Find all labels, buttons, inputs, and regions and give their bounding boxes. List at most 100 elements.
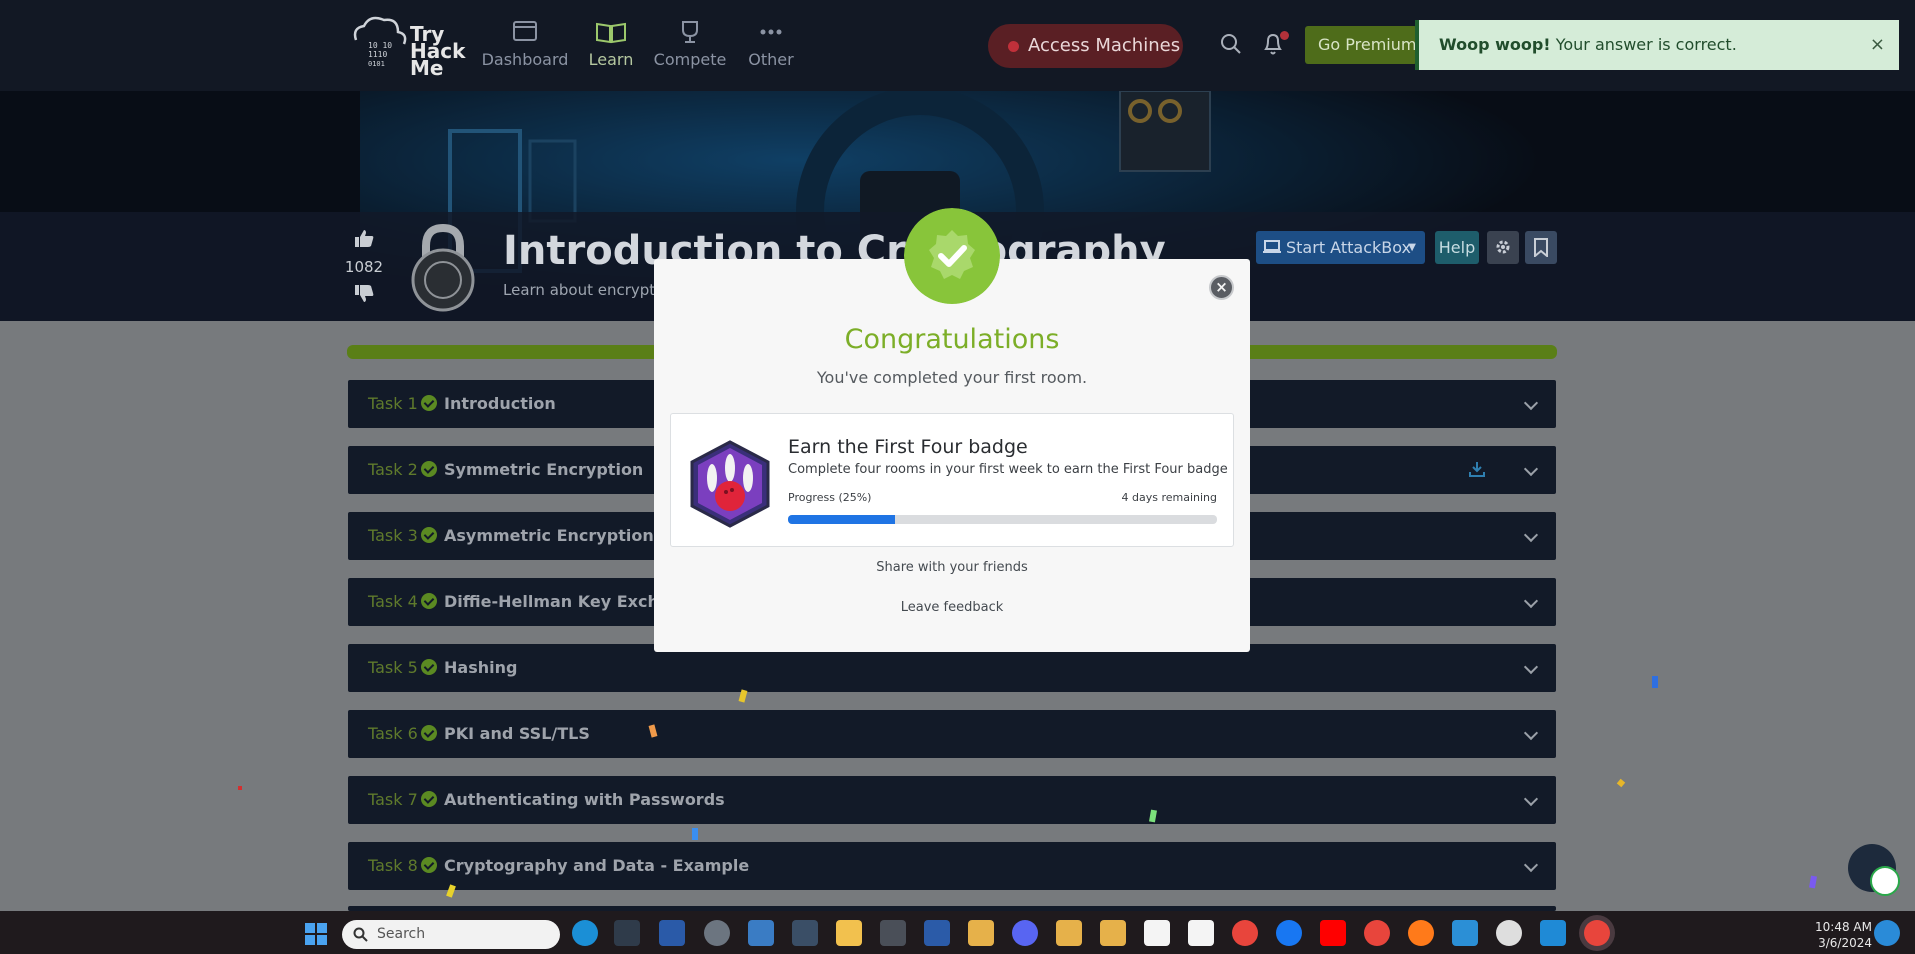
padlock-icon: [411, 223, 475, 312]
task-number: Task 5: [368, 658, 418, 677]
share-link[interactable]: Share with your friends: [654, 560, 1250, 575]
modal-subtitle: You've completed your first room.: [816, 368, 1088, 387]
days-remaining: 4 days remaining: [1121, 491, 1218, 504]
firefox-icon[interactable]: [1408, 920, 1434, 946]
check-circle-icon: [421, 659, 437, 675]
dashboard-icon: [513, 21, 537, 41]
laptop-icon: [1263, 240, 1281, 253]
chrome-icon[interactable]: [1232, 920, 1258, 946]
openai-icon[interactable]: [1496, 920, 1522, 946]
access-machines-button[interactable]: Access Machines: [988, 24, 1183, 68]
more-dots-icon: [760, 29, 782, 35]
check-circle-icon: [421, 395, 437, 411]
search-icon[interactable]: [1220, 33, 1242, 55]
home-app-icon-3[interactable]: [1100, 920, 1126, 946]
thumbs-down-icon[interactable]: [353, 284, 375, 304]
chrome-active-icon[interactable]: [1584, 920, 1610, 946]
nav-learn[interactable]: Learn: [566, 18, 656, 69]
taskbar-search-placeholder: Search: [377, 926, 426, 942]
terminal-icon[interactable]: [614, 920, 640, 946]
nav-compete[interactable]: Compete: [645, 18, 735, 69]
search-icon: [353, 927, 368, 942]
settings-icon[interactable]: [704, 920, 730, 946]
gear-icon: [1496, 240, 1510, 254]
progress-label: Progress (25%): [788, 491, 872, 504]
file-explorer-icon[interactable]: [836, 920, 862, 946]
modal-title: Congratulations: [844, 324, 1060, 355]
bookmark-button[interactable]: [1525, 231, 1557, 264]
chevron-down-icon: [1523, 593, 1539, 609]
access-machines-label: Access Machines: [1028, 35, 1181, 56]
nav-other-label: Other: [748, 50, 794, 69]
task-name: PKI and SSL/TLS: [444, 724, 590, 743]
copilot-icon[interactable]: [1874, 920, 1900, 946]
virtualbox-icon[interactable]: [792, 920, 818, 946]
task-name: Hashing: [444, 658, 518, 677]
tryhackme-logo[interactable]: 10 10 1110 0101 Try Hack Me: [346, 12, 465, 78]
check-circle-icon: [421, 725, 437, 741]
app-icon[interactable]: [1452, 920, 1478, 946]
youtube-icon[interactable]: [1320, 920, 1346, 946]
start-attackbox-button[interactable]: Start AttackBox ▼: [1256, 231, 1425, 264]
toast-text: Your answer is correct.: [1550, 35, 1737, 54]
task-number: Task 7: [368, 790, 418, 809]
confetti-piece: [238, 786, 242, 790]
vscode-icon[interactable]: [1540, 920, 1566, 946]
thumbs-up-icon[interactable]: [353, 228, 375, 248]
task-name: Cryptography and Data - Example: [444, 856, 750, 875]
home-app-icon-2[interactable]: [1056, 920, 1082, 946]
leave-feedback-link[interactable]: Leave feedback: [654, 600, 1250, 615]
chevron-down-icon: [1523, 791, 1539, 807]
taskbar-search[interactable]: Search: [342, 920, 560, 949]
notification-dot: [1280, 31, 1289, 40]
nav-dashboard[interactable]: Dashboard: [480, 18, 570, 69]
vpn-lock-icon[interactable]: [880, 920, 906, 946]
windows-taskbar: [0, 911, 1915, 954]
task-row-7[interactable]: Task 7 Authenticating with Passwords: [348, 776, 1556, 824]
facebook-icon[interactable]: [1276, 920, 1302, 946]
toast-close-icon[interactable]: ×: [1870, 20, 1885, 70]
chrome-icon-2[interactable]: [1364, 920, 1390, 946]
chevron-down-icon: [1523, 725, 1539, 741]
calculator-icon[interactable]: [748, 920, 774, 946]
book-icon: [596, 22, 626, 44]
nav-other[interactable]: Other: [726, 18, 816, 69]
status-dot-icon: [1008, 41, 1019, 52]
vote-box: 1082: [344, 228, 384, 308]
windows-start-icon[interactable]: [304, 922, 328, 946]
doc-app-icon-2[interactable]: [1188, 920, 1214, 946]
word-icon[interactable]: [924, 920, 950, 946]
task-row-6[interactable]: Task 6 PKI and SSL/TLS: [348, 710, 1556, 758]
taskbar-clock[interactable]: 10:48 AM 3/6/2024: [1782, 919, 1872, 951]
home-app-icon[interactable]: [968, 920, 994, 946]
task-number: Task 8: [368, 856, 418, 875]
nav-compete-label: Compete: [653, 50, 727, 69]
task-row-8[interactable]: Task 8 Cryptography and Data - Example: [348, 842, 1556, 890]
chevron-down-icon: [1523, 659, 1539, 675]
help-button[interactable]: Help: [1435, 231, 1479, 264]
discord-icon[interactable]: [1012, 920, 1038, 946]
modal-close-button[interactable]: ×: [1209, 275, 1234, 300]
task-name: Authenticating with Passwords: [444, 790, 725, 809]
bowling-badge-icon: [690, 440, 770, 528]
clock-time: 10:48 AM: [1815, 920, 1872, 934]
svg-text:10 10: 10 10: [368, 41, 392, 50]
settings-button[interactable]: [1487, 231, 1519, 264]
go-premium-button[interactable]: Go Premium: [1305, 26, 1417, 64]
room-subtitle: Learn about encryption: [503, 281, 679, 299]
chevron-down-icon: [1523, 857, 1539, 873]
powershell-icon[interactable]: [659, 920, 685, 946]
doc-app-icon[interactable]: [1144, 920, 1170, 946]
chevron-down-icon: [1523, 527, 1539, 543]
badge-progress-fill: [788, 515, 896, 524]
edge-icon[interactable]: [572, 920, 598, 946]
download-icon[interactable]: [1468, 460, 1486, 478]
chevron-down-icon: [1523, 461, 1539, 477]
bookmark-icon: [1534, 238, 1548, 257]
check-circle-icon: [421, 593, 437, 609]
svg-text:0101: 0101: [368, 60, 385, 68]
caret-down-icon: ▼: [1408, 242, 1416, 253]
chevron-down-icon: [1523, 395, 1539, 411]
completed-badge-icon: [904, 208, 1000, 304]
badge-progress-bar: [788, 515, 1217, 524]
